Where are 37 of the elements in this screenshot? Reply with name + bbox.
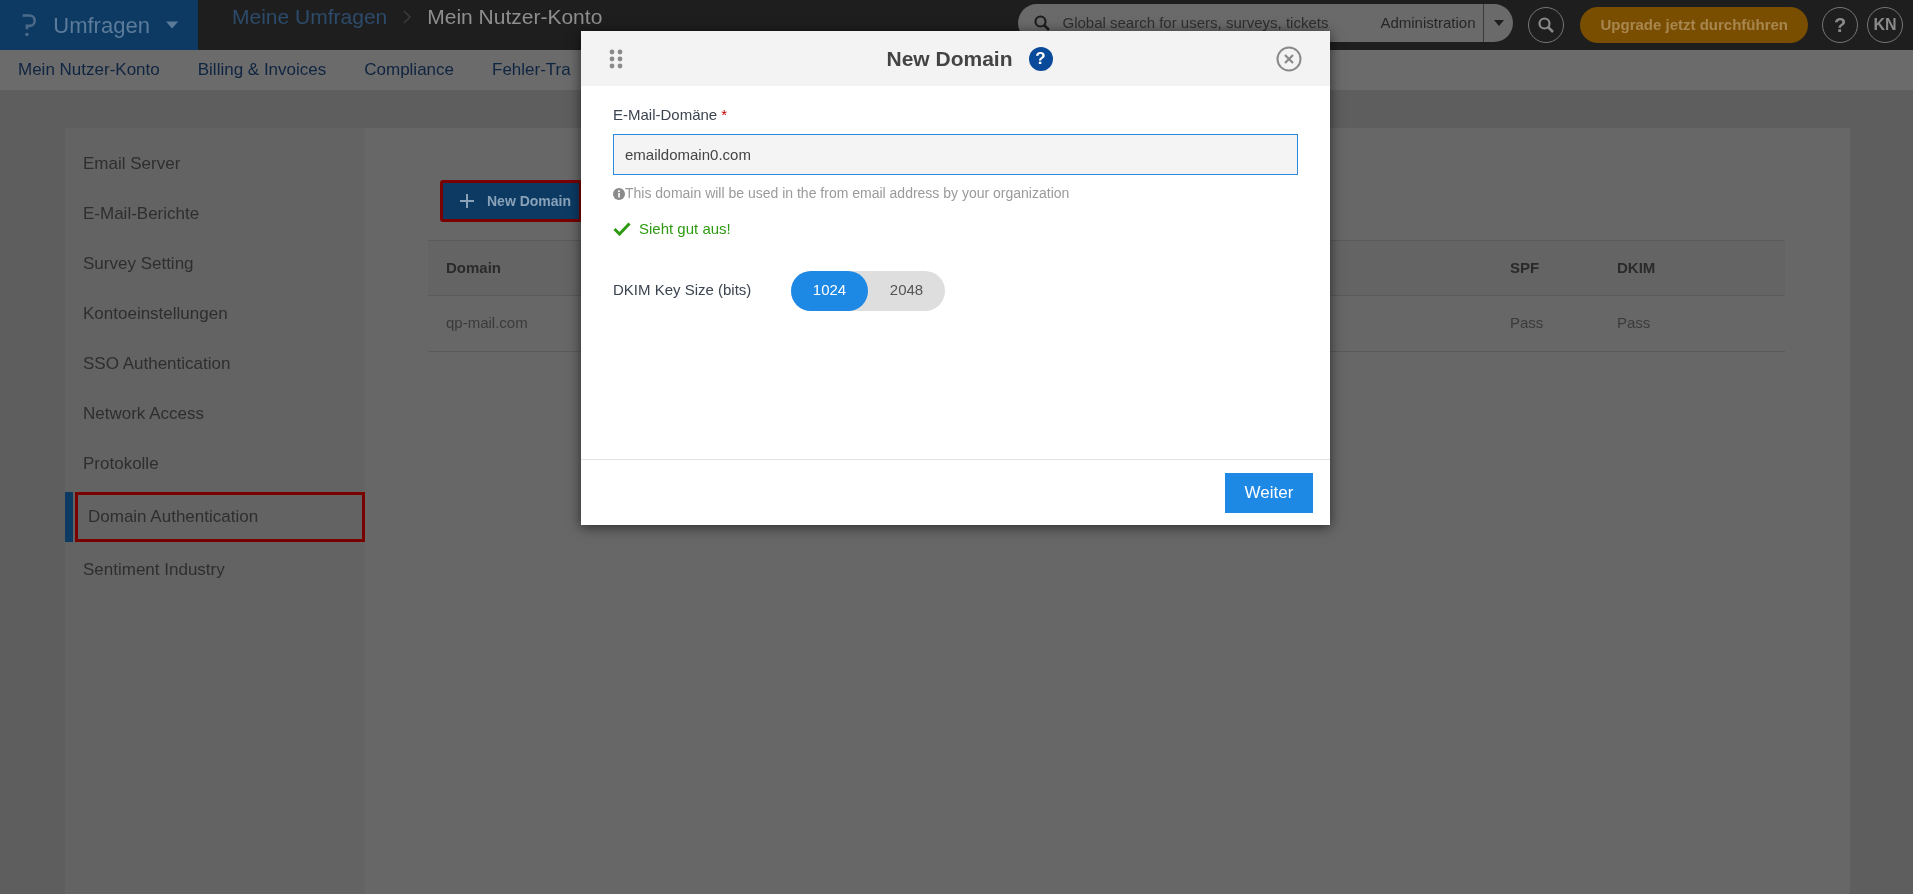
new-domain-button[interactable]: New Domain (440, 180, 582, 222)
hint-text: This domain will be used in the from email address by your organization (625, 184, 1070, 203)
nav-tab[interactable]: Billing & Invoices (197, 57, 327, 83)
toggle-option[interactable]: 1024 (791, 270, 868, 311)
upgrade-button[interactable]: Upgrade jetzt durchführen (1580, 7, 1808, 43)
caret-icon (1494, 20, 1504, 26)
scope-label: Administration (1380, 13, 1477, 33)
toggle-option[interactable]: 2048 (868, 270, 945, 311)
field-label: DKIM Key Size (bits) (613, 280, 753, 301)
validation-message: Sieht gut aus! (639, 219, 731, 239)
column-header: DKIM (1617, 257, 1657, 278)
close-icon[interactable] (1276, 45, 1302, 72)
chevron-icon (403, 10, 412, 24)
domain-input-field[interactable]: emaildomain0.com (613, 134, 1298, 175)
plus-icon (459, 193, 475, 209)
column-header: Domain (446, 257, 502, 278)
search-field[interactable]: Global search for users, surveys, tickets (1062, 11, 1381, 33)
column-header: SPF (1510, 257, 1541, 278)
modal-title: New Domain (886, 45, 1013, 72)
drag-handle-icon[interactable] (609, 48, 623, 69)
search-icon (1034, 15, 1051, 31)
required-marker: * (721, 106, 728, 123)
search-icon (1538, 17, 1555, 33)
logo-icon (20, 11, 38, 39)
nav-tab[interactable]: Compliance (364, 57, 454, 83)
field-label: E-Mail-Domäne * (613, 105, 729, 125)
key-size-toggle[interactable]: 1024 2048 (791, 270, 945, 311)
nav-tab[interactable]: Fehler-Tra (492, 57, 571, 83)
breadcrumb-link[interactable]: Meine Umfragen (232, 6, 388, 28)
info-icon (613, 187, 625, 200)
checkmark-icon (613, 222, 631, 237)
app-menu-button[interactable]: Umfragen (0, 0, 198, 50)
caret-icon (165, 21, 178, 29)
help-button[interactable]: ? (1028, 46, 1053, 71)
next-button[interactable]: Weiter (1225, 472, 1313, 513)
nav-tab[interactable]: Mein Nutzer-Konto (18, 57, 160, 83)
breadcrumb-current: Mein Nutzer-Konto (427, 6, 603, 28)
